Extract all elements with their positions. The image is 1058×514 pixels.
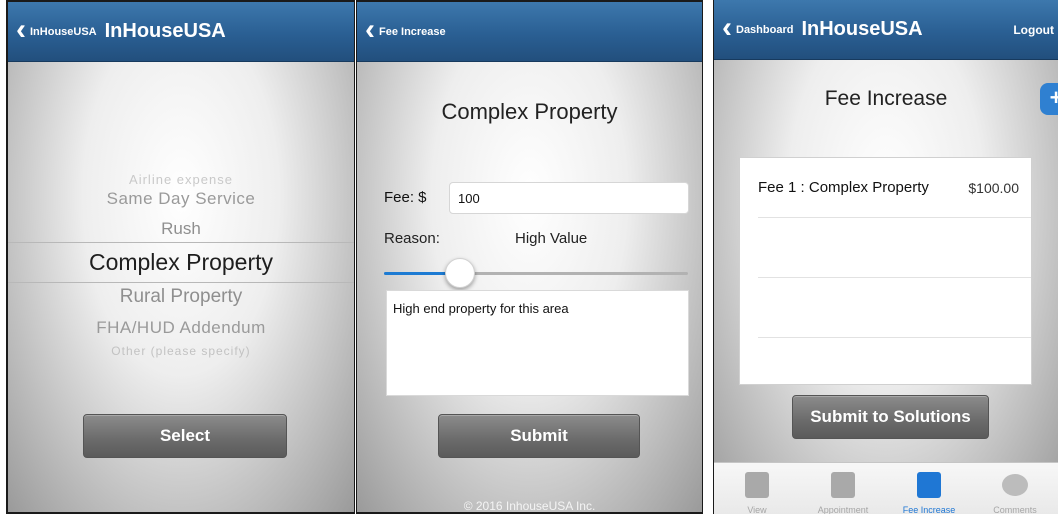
picker-option[interactable]: Other (please specify) [8,344,354,358]
fee-name: Fee 1 : Complex Property [758,179,929,196]
nav-bar: ‹ Dashboard InHouseUSA Logout [714,0,1058,60]
logout-button[interactable]: Logout [1013,23,1054,37]
back-button[interactable]: ‹ InHouseUSA [8,14,97,45]
reason-slider[interactable] [384,258,688,288]
tab-appointment[interactable]: Appointment [800,463,886,514]
tab-comments[interactable]: Comments [972,463,1058,514]
page-title: Fee Increase [824,87,948,110]
tab-fee-increase[interactable]: Fee Increase [886,463,972,514]
list-item-empty [758,278,1031,338]
picker-option[interactable]: Same Day Service [8,189,354,209]
select-button[interactable]: Select [83,414,287,458]
tab-label: View [747,505,767,514]
slider-thumb[interactable] [445,258,475,288]
fee-input[interactable] [449,182,689,214]
chevron-left-icon: ‹ [16,12,26,46]
tab-label: Appointment [817,505,869,514]
reason-textarea[interactable]: High end property for this area [386,290,689,396]
nav-bar: ‹ Fee Increase [357,2,702,62]
reason-value: High Value [515,230,588,247]
picker-selection-divider [8,282,354,283]
list-item[interactable]: Fee 1 : Complex Property $100.00 [758,158,1031,218]
fee-list: Fee 1 : Complex Property $100.00 [739,157,1032,385]
picker-option[interactable]: Rural Property [8,286,354,308]
fee-label: Fee: $ [384,189,427,206]
tab-label: Fee Increase [902,505,956,514]
picker-option[interactable]: Airline expense [8,172,354,187]
picker-selection-divider [8,242,354,243]
plus-icon: + [1050,85,1058,110]
speech-bubble-icon [1002,474,1028,496]
reason-label: Reason: [384,230,440,247]
chevron-left-icon: ‹ [365,12,375,46]
back-label: Fee Increase [379,25,446,38]
back-button[interactable]: ‹ Dashboard [714,12,794,43]
tab-bar: View Appointment Fee Increase Comments [714,462,1058,514]
back-button[interactable]: ‹ Fee Increase [357,14,446,45]
nav-title: InHouseUSA [801,18,923,40]
nav-bar: ‹ InHouseUSA InHouseUSA [8,2,354,62]
screen-fee-list: ‹ Dashboard InHouseUSA Logout Fee Increa… [713,0,1058,514]
back-label: InHouseUSA [30,25,97,38]
picker-option[interactable]: Rush [8,219,354,239]
submit-to-solutions-button[interactable]: Submit to Solutions [792,395,989,439]
tab-label: Comments [993,505,1037,514]
calendar-icon [917,472,941,498]
calendar-icon [831,472,855,498]
tab-view[interactable]: View [714,463,800,514]
picker-option[interactable]: FHA/HUD Addendum [8,318,354,338]
back-label: Dashboard [736,23,794,36]
list-item-empty [758,218,1031,278]
calendar-icon [745,472,769,498]
submit-button[interactable]: Submit [438,414,640,458]
add-fee-button[interactable]: + [1040,83,1058,115]
screen-fee-form: ‹ Fee Increase Complex Property Fee: $ R… [356,0,703,514]
picker-option-selected[interactable]: Complex Property [8,249,354,276]
chevron-left-icon: ‹ [722,10,732,44]
screen-picker: ‹ InHouseUSA InHouseUSA Airline expense … [6,0,355,514]
fee-amount: $100.00 [968,180,1019,196]
nav-title: InHouseUSA [104,20,226,42]
page-title: Complex Property [441,99,618,124]
copyright-footer: © 2016 InhouseUSA Inc. [463,499,596,513]
